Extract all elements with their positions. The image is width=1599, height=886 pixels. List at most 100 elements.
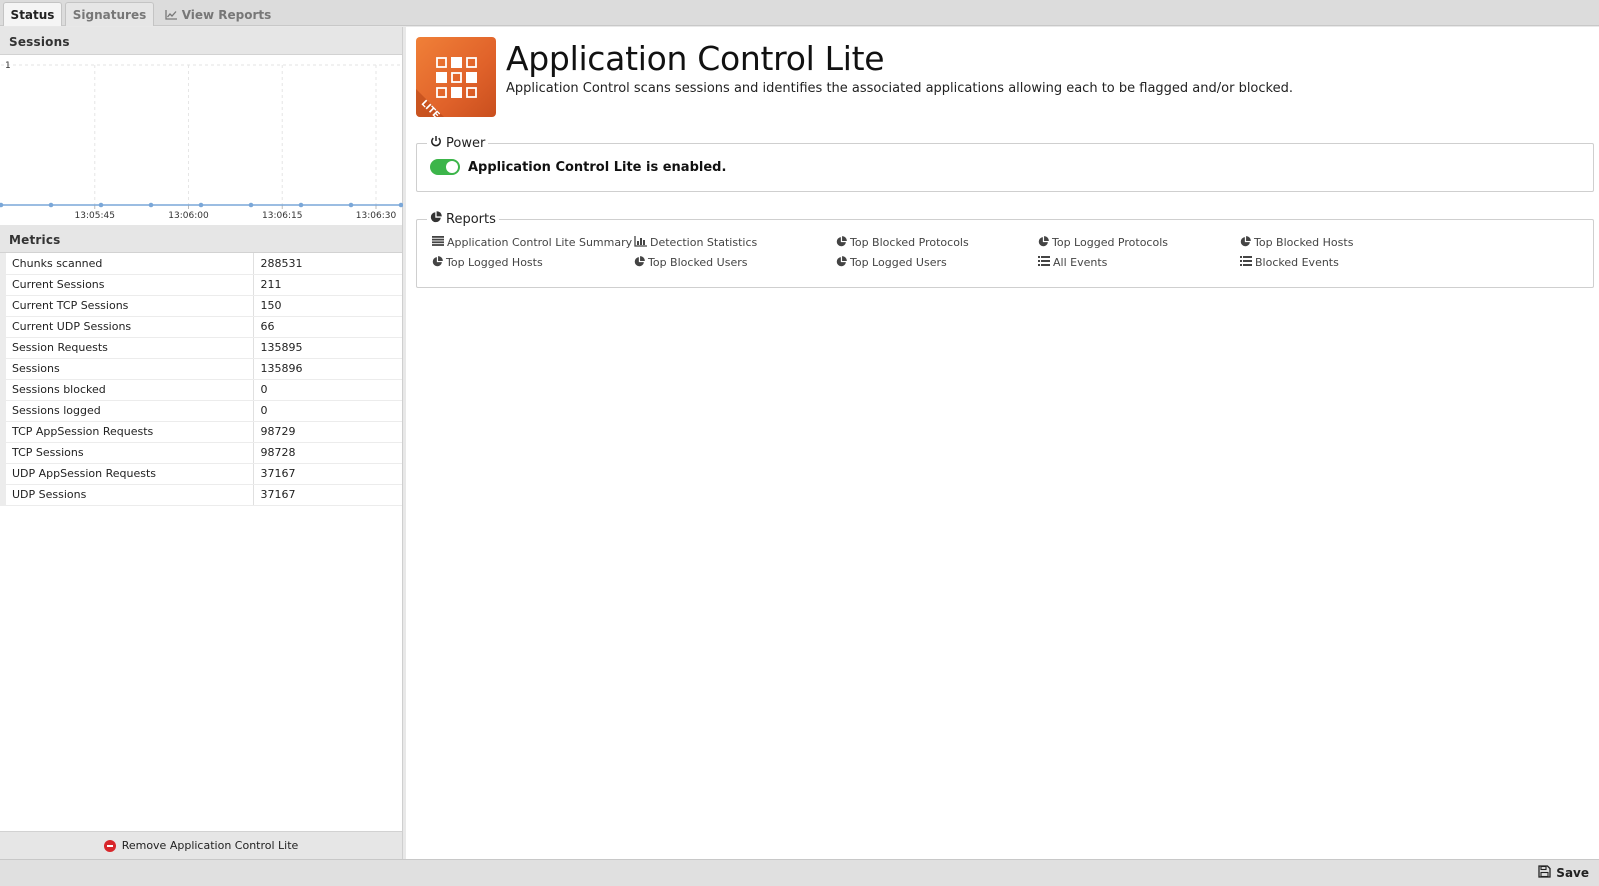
table-row: UDP AppSession Requests 37167 bbox=[0, 463, 402, 485]
metric-value: 37167 bbox=[253, 463, 402, 485]
report-link-top-blocked-protocols[interactable]: Top Blocked Protocols bbox=[836, 235, 1038, 250]
metric-value: 37167 bbox=[253, 484, 402, 506]
tab-signatures[interactable]: Signatures bbox=[65, 2, 154, 26]
power-status-text: Application Control Lite is enabled. bbox=[468, 159, 727, 175]
tab-status[interactable]: Status bbox=[3, 2, 62, 26]
report-link-detection-statistics[interactable]: Detection Statistics bbox=[634, 235, 836, 250]
chart-x-tick-label: 13:06:30 bbox=[356, 211, 397, 221]
metrics-section-title: Metrics bbox=[0, 225, 402, 253]
table-row: Current TCP Sessions 150 bbox=[0, 295, 402, 317]
tab-view-reports-label: View Reports bbox=[181, 7, 272, 22]
metric-name: Chunks scanned bbox=[0, 253, 254, 275]
chart-data-point bbox=[248, 202, 254, 208]
list-ul-icon bbox=[1038, 256, 1050, 269]
save-button-label: Save bbox=[1556, 866, 1589, 880]
reports-legend: Reports bbox=[427, 211, 499, 227]
metric-value: 135896 bbox=[253, 358, 402, 380]
reports-legend-label: Reports bbox=[446, 211, 496, 227]
sessions-chart: 13:05:45 13:06:00 13:06:15 13:06:30 1 bbox=[0, 55, 403, 225]
report-link-blocked-events[interactable]: Blocked Events bbox=[1240, 255, 1442, 270]
list-icon bbox=[432, 236, 444, 249]
app-description: Application Control scans sessions and i… bbox=[506, 81, 1293, 96]
metrics-table: Chunks scanned 288531 Current Sessions 211 C… bbox=[0, 253, 402, 506]
report-link-application-control-lite-summary[interactable]: Application Control Lite Summary bbox=[432, 235, 634, 250]
table-row: UDP Sessions 37167 bbox=[0, 484, 402, 506]
sessions-chart-svg: 13:05:45 13:06:00 13:06:15 13:06:30 1 bbox=[0, 61, 403, 221]
reports-fieldset: Reports Application Control Lite Summary… bbox=[416, 211, 1594, 288]
power-row: Application Control Lite is enabled. bbox=[417, 151, 1593, 175]
report-link-top-logged-hosts[interactable]: Top Logged Hosts bbox=[432, 255, 634, 270]
report-link-label: All Events bbox=[1053, 256, 1108, 269]
report-link-label: Top Blocked Hosts bbox=[1254, 236, 1354, 249]
remove-app-label: Remove Application Control Lite bbox=[121, 839, 299, 852]
pie-chart-icon bbox=[432, 255, 443, 270]
report-link-label: Blocked Events bbox=[1255, 256, 1339, 269]
metric-name: Current Sessions bbox=[0, 274, 254, 296]
reports-grid: Application Control Lite Summary Detectio… bbox=[417, 227, 1593, 270]
report-link-label: Top Blocked Users bbox=[648, 256, 748, 269]
metric-value: 211 bbox=[253, 274, 402, 296]
report-link-top-logged-protocols[interactable]: Top Logged Protocols bbox=[1038, 235, 1240, 250]
chart-x-tick-label: 13:06:00 bbox=[168, 211, 209, 221]
power-toggle[interactable] bbox=[430, 159, 460, 175]
metric-value: 98728 bbox=[253, 442, 402, 464]
report-link-top-logged-users[interactable]: Top Logged Users bbox=[836, 255, 1038, 270]
power-legend: Power bbox=[427, 135, 488, 151]
metric-value: 98729 bbox=[253, 421, 402, 443]
line-chart-icon bbox=[165, 9, 178, 20]
pie-chart-icon bbox=[836, 235, 847, 250]
bar-chart-icon bbox=[634, 235, 647, 250]
metric-name: Current UDP Sessions bbox=[0, 316, 254, 338]
remove-app-button[interactable]: Remove Application Control Lite bbox=[0, 831, 402, 859]
table-row: Current Sessions 211 bbox=[0, 274, 402, 296]
chart-data-point bbox=[348, 202, 354, 208]
pie-chart-icon bbox=[836, 255, 847, 270]
tab-signatures-label: Signatures bbox=[72, 7, 147, 22]
metric-value: 0 bbox=[253, 379, 402, 401]
pie-chart-icon bbox=[634, 255, 645, 270]
chart-data-point bbox=[98, 202, 104, 208]
report-link-label: Application Control Lite Summary bbox=[447, 236, 633, 249]
chart-data-point bbox=[398, 202, 403, 208]
pie-chart-icon bbox=[1240, 235, 1251, 250]
table-row: TCP Sessions 98728 bbox=[0, 442, 402, 464]
metric-name: UDP Sessions bbox=[0, 484, 254, 506]
metric-value: 0 bbox=[253, 400, 402, 422]
status-left-panel: Sessions 13:05:45 13:06:00 13:06:15 13:06:3… bbox=[0, 27, 403, 859]
chart-data-point bbox=[0, 202, 4, 208]
report-link-label: Detection Statistics bbox=[650, 236, 758, 249]
report-link-label: Top Logged Users bbox=[850, 256, 947, 269]
app-main-panel: LITE Application Control Lite Applicatio… bbox=[406, 27, 1599, 859]
report-link-label: Top Logged Hosts bbox=[446, 256, 543, 269]
list-ul-icon bbox=[1240, 256, 1252, 269]
pie-chart-icon bbox=[430, 211, 442, 227]
pie-chart-icon bbox=[1038, 235, 1049, 250]
app-control-lite-icon: LITE bbox=[416, 37, 496, 117]
table-row: Session Requests 135895 bbox=[0, 337, 402, 359]
metric-value: 288531 bbox=[253, 253, 402, 275]
metric-name: UDP AppSession Requests bbox=[0, 463, 254, 485]
bottom-bar: Save bbox=[0, 859, 1599, 886]
table-row: Sessions blocked 0 bbox=[0, 379, 402, 401]
tab-status-label: Status bbox=[10, 7, 55, 22]
metric-value: 135895 bbox=[253, 337, 402, 359]
metric-name: Session Requests bbox=[0, 337, 254, 359]
metric-value: 66 bbox=[253, 316, 402, 338]
metric-value: 150 bbox=[253, 295, 402, 317]
chart-data-point bbox=[198, 202, 204, 208]
table-row: Sessions 135896 bbox=[0, 358, 402, 380]
report-link-all-events[interactable]: All Events bbox=[1038, 255, 1240, 270]
tab-view-reports[interactable]: View Reports bbox=[160, 2, 276, 26]
save-icon bbox=[1538, 865, 1551, 881]
save-button[interactable]: Save bbox=[1538, 865, 1589, 881]
tab-bar: Status Signatures View Reports bbox=[0, 0, 1599, 26]
chart-data-point bbox=[298, 202, 304, 208]
report-link-label: Top Logged Protocols bbox=[1052, 236, 1168, 249]
report-link-top-blocked-users[interactable]: Top Blocked Users bbox=[634, 255, 836, 270]
chart-data-point bbox=[148, 202, 154, 208]
chart-data-point bbox=[48, 202, 54, 208]
report-link-top-blocked-hosts[interactable]: Top Blocked Hosts bbox=[1240, 235, 1442, 250]
power-legend-label: Power bbox=[446, 135, 486, 151]
power-icon bbox=[430, 135, 442, 151]
table-row: Sessions logged 0 bbox=[0, 400, 402, 422]
